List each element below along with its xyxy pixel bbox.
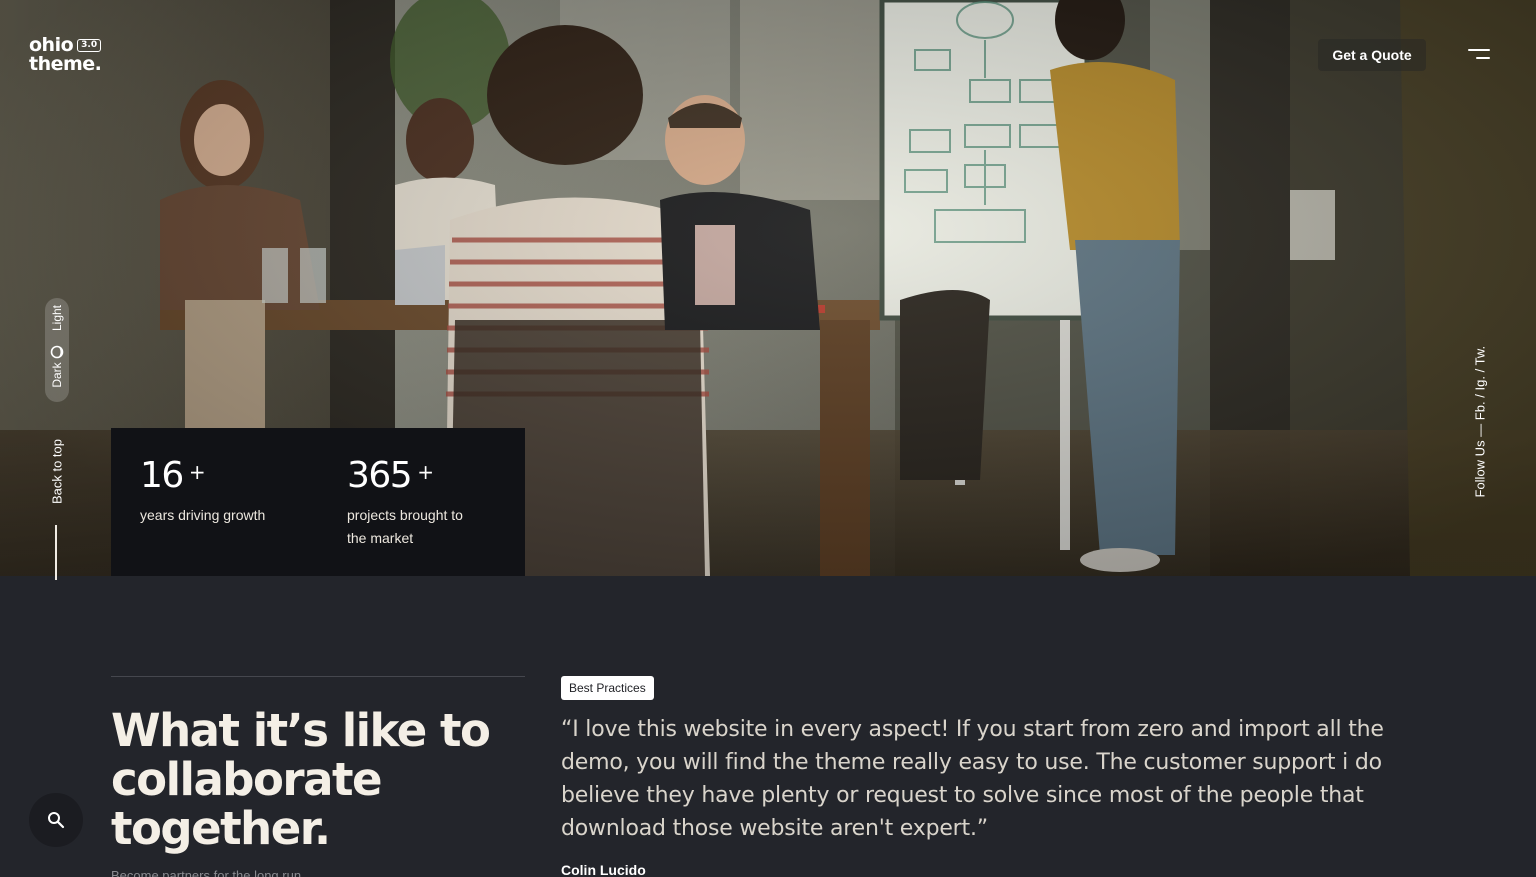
twitter-link[interactable]: Tw. — [1473, 346, 1488, 366]
section-divider — [111, 676, 525, 677]
stat-years: 16 + years driving growth — [111, 428, 318, 576]
social-separator: / — [1472, 368, 1488, 373]
hamburger-menu-icon[interactable] — [1466, 46, 1490, 64]
section-subheading: Become partners for the long run. — [111, 868, 305, 877]
stat-label: years driving growth — [140, 507, 266, 523]
theme-toggle-dark-label[interactable]: Dark — [50, 355, 64, 395]
stat-number: 365 + — [347, 455, 434, 496]
stat-projects: 365 + projects brought to the market — [318, 428, 525, 576]
search-button[interactable] — [29, 793, 83, 847]
testimonial-author: Colin Lucido — [561, 862, 646, 877]
social-links: Follow Us — Fb. / Ig. / Tw. — [1472, 346, 1488, 498]
site-logo[interactable]: ohio 3.0 theme. — [29, 36, 119, 74]
back-to-top-line — [55, 525, 57, 580]
stat-number: 16 + — [140, 455, 206, 496]
theme-toggle[interactable]: Light Dark — [45, 298, 69, 402]
follow-us-label: Follow Us — — [1472, 423, 1488, 498]
stats-panel: 16 + years driving growth 365 + projects b… — [111, 428, 525, 576]
theme-toggle-light-label[interactable]: Light — [50, 298, 64, 338]
facebook-link[interactable]: Fb. — [1473, 401, 1488, 420]
logo-version-badge: 3.0 — [77, 39, 102, 52]
stat-label: projects brought to the market — [347, 507, 463, 546]
testimonial-quote: “I love this website in every aspect! If… — [561, 717, 1384, 841]
logo-name-line2: theme. — [29, 53, 102, 75]
menu-line — [1476, 57, 1490, 59]
back-to-top-link[interactable]: Back to top — [50, 431, 65, 513]
search-icon — [48, 812, 65, 829]
menu-line — [1468, 49, 1490, 51]
get-a-quote-button[interactable]: Get a Quote — [1318, 39, 1426, 71]
section-heading: What it’s like to collaborate together. — [111, 704, 491, 855]
instagram-link[interactable]: Ig. — [1473, 376, 1488, 390]
testimonial-tag[interactable]: Best Practices — [561, 676, 654, 700]
social-separator: / — [1472, 394, 1488, 398]
